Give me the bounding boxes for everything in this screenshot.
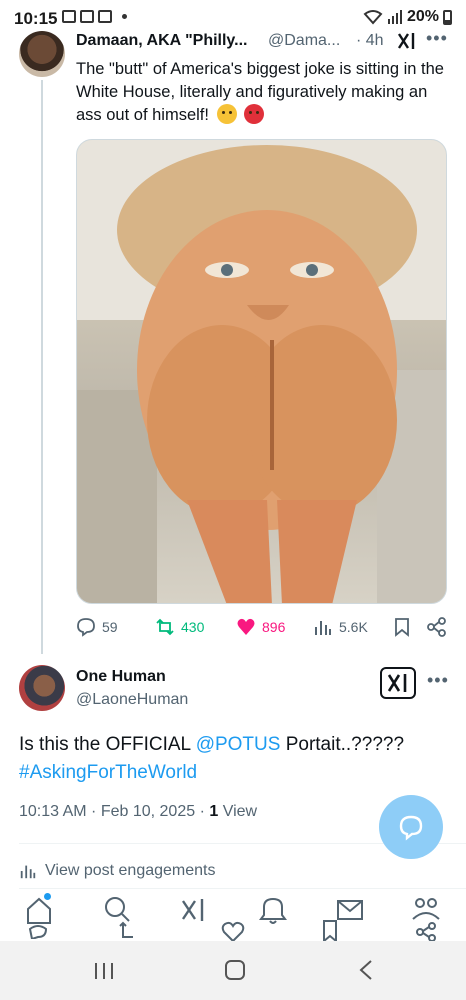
author-name[interactable]: One Human: [76, 668, 166, 686]
dot-icon: [122, 14, 127, 19]
hashtag-link[interactable]: #AskingForTheWorld: [19, 762, 197, 783]
communities-icon: [412, 898, 440, 942]
author-handle[interactable]: @LaoneHuman: [76, 691, 188, 709]
edited-photo: [77, 140, 446, 603]
bottom-tab-bar: [0, 893, 466, 943]
view-count: 1: [209, 803, 219, 820]
bookmark-icon: [395, 618, 409, 637]
repost-count: 430: [181, 619, 205, 635]
repost-icon: [156, 618, 174, 636]
avatar[interactable]: [19, 31, 65, 77]
angry-face-icon: [216, 104, 237, 124]
like-button[interactable]: 896: [236, 617, 285, 637]
tab-communities[interactable]: [410, 893, 440, 942]
home-nav-button[interactable]: [225, 960, 245, 980]
tab-home[interactable]: [24, 893, 54, 941]
tweet-meta: 10:13 AM · Feb 10, 2025 · 1 View: [19, 803, 257, 821]
grok-icon[interactable]: [396, 30, 418, 52]
grok-icon: [387, 674, 407, 692]
like-icon: [221, 921, 245, 943]
compose-icon: [399, 815, 423, 841]
tab-messages[interactable]: [322, 893, 363, 943]
bookmark-button[interactable]: [392, 617, 412, 637]
tweet-actions: 59 430 896 5.6K: [76, 617, 448, 641]
author-handle[interactable]: @Dama...: [268, 32, 340, 50]
reply-button[interactable]: 59: [76, 617, 118, 637]
share-button[interactable]: [427, 617, 447, 637]
reply-icon: [77, 618, 95, 637]
tweet-text-part: Portait..?????: [280, 734, 405, 755]
search-icon: [105, 897, 133, 938]
status-bar: 10:15 20%: [0, 0, 466, 34]
author-name[interactable]: Damaan, AKA "Philly...: [76, 32, 247, 50]
views-button[interactable]: 5.6K: [313, 617, 368, 637]
mail-icon: [98, 10, 112, 23]
tweet-image[interactable]: [76, 139, 447, 604]
views-icon: [315, 621, 331, 635]
tweet-text-part: Is this the OFFICIAL: [19, 734, 196, 755]
mention-link[interactable]: @POTUS: [196, 734, 281, 755]
status-time: 10:15: [14, 9, 58, 28]
gallery-icon: [62, 10, 76, 23]
mail-icon: [80, 10, 94, 23]
status-notification-icons: [62, 10, 127, 23]
notifications-icon: [259, 897, 287, 924]
messages-icon: [323, 900, 363, 943]
back-icon[interactable]: [358, 959, 374, 981]
tab-search[interactable]: [103, 893, 133, 941]
home-icon: [27, 897, 51, 939]
tweet-timestamp: 10:13 AM · Feb 10, 2025 ·: [19, 803, 210, 820]
views-icon: [20, 865, 36, 879]
view-engagements-link[interactable]: View post engagements: [19, 862, 215, 880]
tab-grok[interactable]: [180, 893, 210, 941]
recent-apps-icon[interactable]: [93, 961, 115, 981]
view-label: View: [218, 803, 258, 820]
pouting-face-icon: [244, 104, 265, 124]
tab-notifications[interactable]: [258, 893, 288, 941]
signal-icon: [387, 10, 402, 24]
battery-level: 20%: [406, 8, 439, 25]
like-icon: [237, 618, 255, 635]
wifi-icon: [363, 10, 383, 25]
tab-like[interactable]: [221, 893, 251, 943]
views-count: 5.6K: [339, 619, 368, 635]
more-icon[interactable]: •••: [427, 670, 449, 691]
more-icon[interactable]: •••: [426, 28, 448, 49]
tweet-header: Damaan, AKA "Philly... @Dama... · 4h •••: [76, 28, 456, 54]
grok-icon: [182, 899, 204, 921]
android-nav-bar: [0, 941, 466, 1000]
share-icon: [427, 617, 446, 637]
notification-dot: [44, 893, 51, 900]
divider: [19, 888, 466, 889]
like-count: 896: [262, 619, 286, 635]
thread-line: [41, 80, 43, 654]
battery-icon: [443, 9, 452, 25]
reply-count: 59: [102, 619, 118, 635]
repost-button[interactable]: 430: [155, 617, 204, 637]
tweet-text: The "butt" of America's biggest joke is …: [76, 58, 452, 127]
tweet-time[interactable]: · 4h: [356, 32, 384, 50]
compose-button[interactable]: [379, 795, 443, 859]
grok-button[interactable]: [380, 667, 416, 699]
avatar[interactable]: [19, 665, 65, 711]
tweet-text: Is this the OFFICIAL @POTUS Portait..???…: [19, 731, 449, 787]
status-right: 20%: [363, 8, 452, 26]
engagements-label: View post engagements: [45, 862, 216, 879]
